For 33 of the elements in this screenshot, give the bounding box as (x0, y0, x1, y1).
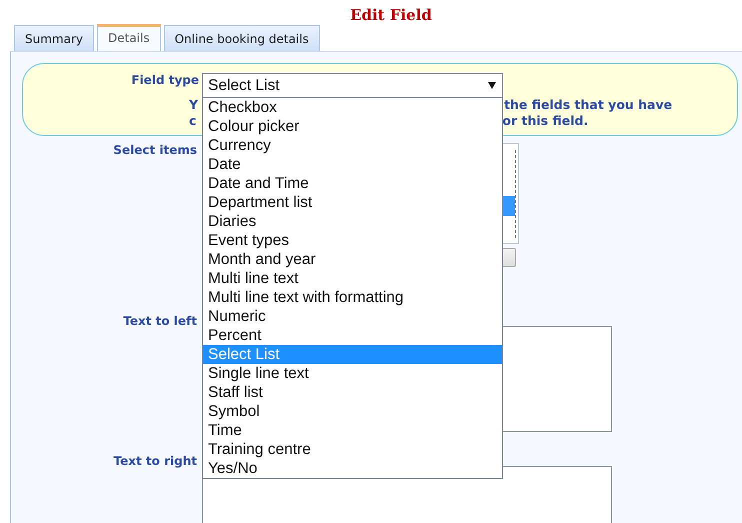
tab[interactable]: Summary (14, 25, 94, 51)
dropdown-option[interactable]: Yes/No (203, 459, 502, 478)
dropdown-option[interactable]: Date and Time (203, 174, 502, 193)
field-label: Field type (131, 73, 199, 87)
field-type-select[interactable]: Select List (202, 73, 503, 98)
dropdown-option[interactable]: Diaries (203, 212, 502, 231)
tab[interactable]: Online booking details (164, 25, 320, 51)
dropdown-option[interactable]: Numeric (203, 307, 502, 326)
dropdown-option[interactable]: Staff list (203, 383, 502, 402)
hint-text: or this field. (502, 113, 588, 129)
dropdown-option[interactable]: Colour picker (203, 117, 502, 136)
tab[interactable]: Details (97, 24, 161, 51)
dropdown-option[interactable]: Date (203, 155, 502, 174)
field-label: Select items (112, 143, 197, 157)
dropdown-option[interactable]: Month and year (203, 250, 502, 269)
field-label: Text to right (112, 454, 197, 468)
dropdown-option[interactable]: Currency (203, 136, 502, 155)
field-label: Text to left (122, 314, 197, 328)
dropdown-option[interactable]: Event types (203, 231, 502, 250)
page-title: Edit Field (349, 6, 432, 24)
dropdown-arrow-icon (488, 82, 496, 89)
hint-text: c (189, 113, 196, 129)
dropdown-option[interactable]: Time (203, 421, 502, 440)
dropdown-option[interactable]: Department list (203, 193, 502, 212)
hint-text: the fields that you have (504, 97, 672, 113)
dropdown-option[interactable]: Symbol (203, 402, 502, 421)
dropdown-option[interactable]: Single line text (203, 364, 502, 383)
dropdown-option[interactable]: Multi line text with formatting (203, 288, 502, 307)
hint-text: Y (189, 97, 198, 113)
dropdown-option[interactable]: Training centre (203, 440, 502, 459)
dropdown-option[interactable]: Checkbox (203, 98, 502, 117)
dropdown-option[interactable]: Multi line text (203, 269, 502, 288)
dropdown-option[interactable]: Percent (203, 326, 502, 345)
